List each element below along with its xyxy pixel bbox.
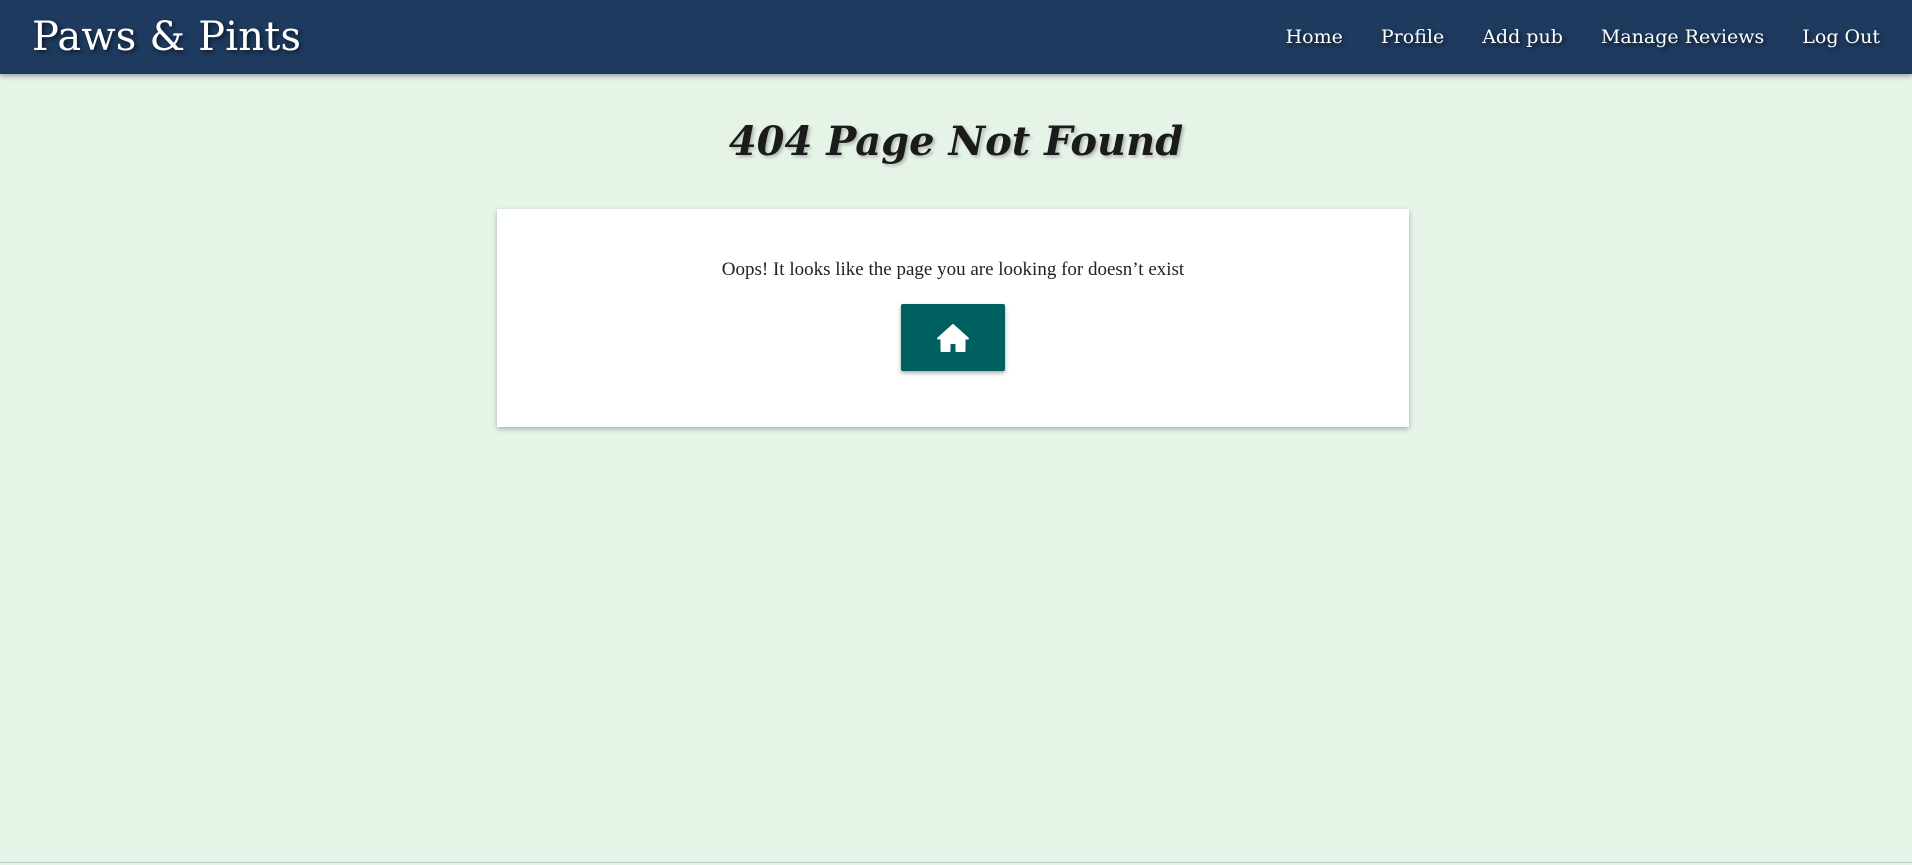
nav-link-add-pub[interactable]: Add pub: [1482, 26, 1563, 48]
error-card: Oops! It looks like the page you are loo…: [497, 209, 1409, 427]
nav-links: Home Profile Add pub Manage Reviews Log …: [1248, 26, 1880, 48]
home-button[interactable]: [901, 304, 1005, 371]
nav-link-log-out[interactable]: Log Out: [1802, 26, 1880, 48]
home-icon: [937, 323, 969, 352]
nav-link-home[interactable]: Home: [1286, 26, 1343, 48]
bottom-divider: [0, 862, 1912, 863]
error-message: Oops! It looks like the page you are loo…: [721, 259, 1185, 280]
nav-link-profile[interactable]: Profile: [1381, 26, 1444, 48]
top-navbar: Paws & Pints Home Profile Add pub Manage…: [0, 0, 1912, 74]
nav-link-manage-reviews[interactable]: Manage Reviews: [1601, 26, 1764, 48]
page-title: 404 Page Not Found: [728, 118, 1184, 165]
brand-logo-link[interactable]: Paws & Pints: [32, 14, 301, 60]
